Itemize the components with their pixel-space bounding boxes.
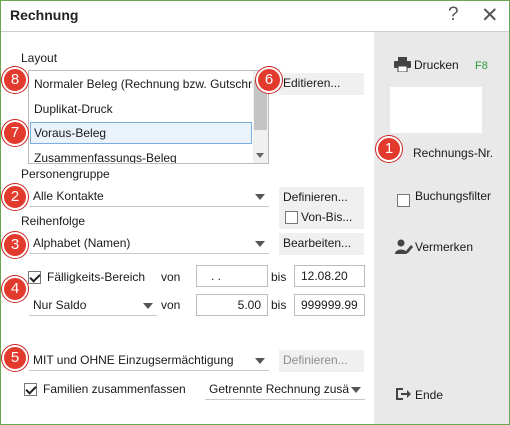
saldo-value: Nur Saldo [33,298,87,312]
einzug-select[interactable]: MIT und OHNE Einzugsermächtigung [29,350,269,371]
reihenfolge-label: Reihenfolge [21,214,86,228]
printer-icon [394,57,411,72]
badge-2: 2 [2,184,28,210]
list-item[interactable]: Normaler Beleg (Rechnung bzw. Gutschrift [34,73,261,95]
badge-1: 1 [376,136,402,162]
layout-listbox[interactable]: Normaler Beleg (Rechnung bzw. Gutschrift… [28,70,269,164]
faelligkeit-von-label: von [161,270,181,284]
faelligkeit-bis-input[interactable]: 12.08.20 [294,265,365,287]
personengruppe-select[interactable]: Alle Kontakte [29,186,269,207]
print-button[interactable]: Drucken [394,56,464,74]
saldo-select[interactable]: Nur Saldo [29,295,157,316]
familien-checkbox[interactable] [24,383,37,396]
badge-7: 7 [2,120,28,146]
faelligkeit-bis-label: bis [271,270,287,284]
list-item-selected[interactable]: Voraus-Beleg [30,122,252,144]
exit-icon [396,388,411,400]
von-bis-label: Von-Bis... [301,210,353,224]
badge-8: 8 [2,67,28,93]
buchungsfilter-checkbox[interactable] [397,194,410,207]
familien-select[interactable]: Getrennte Rechnung zusä [205,379,365,400]
faelligkeit-von-input[interactable]: . . [196,265,268,287]
einzug-value: MIT und OHNE Einzugsermächtigung [33,353,234,367]
personengruppe-define-label: Definieren... [283,190,348,204]
reihenfolge-value: Alphabet (Namen) [33,236,131,250]
list-item[interactable]: Duplikat-Druck [34,98,113,120]
buchungsfilter-label[interactable]: Buchungsfilter [415,189,491,203]
ende-label: Ende [415,388,444,402]
saldo-bis-input[interactable]: 999999.99 [294,294,365,316]
faelligkeit-label: Fälligkeits-Bereich [47,270,146,284]
layout-edit-button[interactable]: Editieren... [279,73,364,95]
familien-value: Getrennte Rechnung zusä [209,382,350,396]
badge-4: 4 [2,276,28,302]
layout-label: Layout [21,51,58,65]
chevron-down-icon [255,194,265,200]
scroll-down-icon[interactable] [256,153,264,158]
saldo-von-input[interactable]: 5.00 [196,294,268,316]
reihenfolge-edit-button[interactable]: Bearbeiten... [279,233,364,255]
von-bis-checkbox[interactable] [285,211,298,224]
chevron-down-icon [143,303,153,309]
list-item[interactable]: Zusammenfassungs-Beleg [34,147,177,163]
vermerken-label: Vermerken [415,240,474,254]
familien-label: Familien zusammenfassen [43,382,186,396]
vermerken-button[interactable]: Vermerken [395,238,485,256]
einzug-define-label: Definieren... [283,353,348,367]
ende-button[interactable]: Ende [395,386,455,404]
chevron-down-icon [255,358,265,364]
saldo-von-label: von [161,298,181,312]
faelligkeit-checkbox[interactable] [28,271,41,284]
personengruppe-label: Personengruppe [21,167,110,181]
title-bar: Rechnung ? ✕ [1,1,509,31]
badge-5: 5 [2,345,28,371]
reihenfolge-edit-label: Bearbeiten... [283,236,352,250]
badge-6: 6 [256,67,282,93]
badge-3: 3 [2,232,28,258]
preview-box [390,87,482,133]
help-icon[interactable]: ? [448,4,459,26]
layout-edit-label: Editieren... [283,76,341,90]
personengruppe-define-button[interactable]: Definieren... [279,187,364,209]
window-title: Rechnung [10,7,79,23]
print-label: Drucken [414,58,459,72]
saldo-bis-label: bis [271,298,287,312]
rechnungs-nr-label: Rechnungs-Nr. [413,146,494,160]
chevron-down-icon [351,387,361,393]
print-shortcut: F8 [475,60,488,72]
chevron-down-icon [255,241,265,247]
reihenfolge-select[interactable]: Alphabet (Namen) [29,233,269,254]
rechnung-dialog: Rechnung ? ✕ Layout Normaler Beleg (Rech… [0,0,510,425]
einzug-define-button[interactable]: Definieren... [279,350,364,372]
close-icon[interactable]: ✕ [481,3,499,28]
user-edit-icon [395,239,413,254]
personengruppe-value: Alle Kontakte [33,189,104,203]
